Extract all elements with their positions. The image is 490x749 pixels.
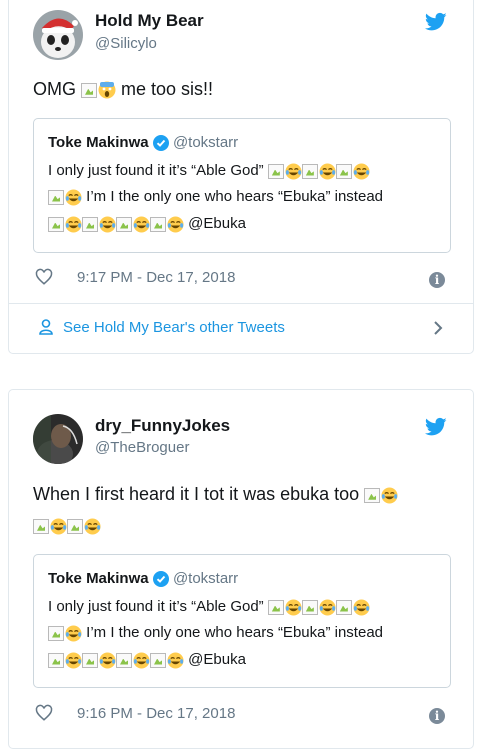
chevron-right-icon[interactable] — [433, 320, 443, 336]
tears-of-joy-emoji-icon — [319, 599, 336, 616]
laugh-emoji-group — [48, 215, 184, 233]
laugh-emoji-group — [48, 188, 82, 206]
tears-of-joy-emoji-icon — [84, 518, 101, 535]
tweet-timestamp[interactable]: 9:16 PM - Dec 17, 2018 — [77, 705, 235, 722]
broken-image-icon — [150, 652, 166, 668]
broken-image-icon — [48, 216, 64, 232]
quoted-mention[interactable]: @Ebuka — [188, 651, 246, 668]
twitter-bird-icon[interactable] — [425, 417, 447, 437]
laugh-emoji-group — [267, 162, 370, 180]
tweet-card[interactable]: dry_FunnyJokes @TheBroguer When I first … — [8, 389, 474, 749]
quoted-tweet[interactable]: Toke Makinwa @tokstarr I only just found… — [33, 554, 451, 688]
quoted-text-1: I only just found it it’s “Able God” — [48, 162, 264, 179]
broken-image-icon — [335, 599, 352, 615]
see-other-tweets-link[interactable]: See Hold My Bear's other Tweets — [63, 319, 285, 336]
person-icon — [39, 319, 53, 335]
tears-of-joy-emoji-icon — [167, 216, 184, 233]
laugh-emoji-group — [267, 598, 370, 616]
tears-of-joy-emoji-icon — [50, 518, 67, 535]
quoted-handle: @tokstarr — [172, 134, 239, 151]
info-icon[interactable]: i — [429, 708, 445, 724]
quoted-name: Toke Makinwa — [48, 570, 149, 587]
broken-image-icon — [82, 216, 98, 232]
tears-of-joy-emoji-icon — [381, 487, 398, 504]
broken-image-icon — [48, 625, 64, 641]
broken-image-icon — [116, 652, 132, 668]
tears-of-joy-emoji-icon — [99, 652, 116, 669]
tears-of-joy-emoji-icon — [353, 163, 370, 180]
divider — [9, 303, 473, 304]
tweet-text-line-2 — [33, 514, 101, 536]
broken-image-icon — [267, 163, 284, 179]
tweet-text: When I first heard it I tot it was ebuka… — [33, 483, 398, 505]
tears-of-joy-emoji-icon — [285, 599, 302, 616]
tears-of-joy-emoji-icon — [285, 163, 302, 180]
tweet-text: OMG me too sis!! — [33, 78, 213, 100]
broken-image-icon — [335, 163, 352, 179]
broken-image-icon — [116, 216, 132, 232]
user-photo-avatar-icon — [33, 414, 83, 464]
tears-of-joy-emoji-icon — [133, 652, 150, 669]
quoted-name: Toke Makinwa — [48, 134, 149, 151]
tears-of-joy-emoji-icon — [65, 652, 82, 669]
screaming-face-emoji-icon — [98, 81, 116, 99]
broken-image-icon — [82, 652, 98, 668]
quoted-text-line-2: I’m I the only one who hears “Ebuka” ins… — [48, 187, 383, 207]
quoted-text-line-3: @Ebuka — [48, 650, 246, 670]
avatar[interactable] — [33, 10, 83, 60]
broken-image-icon — [150, 216, 166, 232]
broken-image-icon — [48, 189, 64, 205]
tears-of-joy-emoji-icon — [65, 189, 82, 206]
quoted-text-1: I only just found it it’s “Able God” — [48, 598, 264, 615]
quoted-mention[interactable]: @Ebuka — [188, 215, 246, 232]
quoted-text-line-2: I’m I the only one who hears “Ebuka” ins… — [48, 623, 383, 643]
tears-of-joy-emoji-icon — [319, 163, 336, 180]
verified-badge-icon — [152, 135, 169, 152]
tears-of-joy-emoji-icon — [133, 216, 150, 233]
tweet-text-part-b: me too sis!! — [121, 79, 214, 99]
quoted-text-2: I’m I the only one who hears “Ebuka” ins… — [86, 624, 384, 641]
laugh-emoji-group — [48, 651, 184, 669]
info-icon[interactable]: i — [429, 272, 445, 288]
tweet-text-body: When I first heard it I tot it was ebuka… — [33, 484, 360, 504]
avatar[interactable] — [33, 414, 83, 464]
tweet-card[interactable]: Hold My Bear @Silicylo OMG me too sis!! … — [8, 0, 474, 354]
broken-image-icon — [81, 82, 98, 98]
quoted-author[interactable]: Toke Makinwa @tokstarr — [48, 569, 238, 589]
broken-image-icon — [267, 599, 284, 615]
laugh-emoji-group — [33, 515, 101, 535]
heart-icon[interactable] — [35, 268, 53, 286]
quoted-text-line-1: I only just found it it’s “Able God” — [48, 597, 370, 617]
tears-of-joy-emoji-icon — [167, 652, 184, 669]
broken-image-icon — [67, 518, 83, 534]
tweet-text-part-a: OMG — [33, 79, 76, 99]
user-handle[interactable]: @TheBroguer — [95, 439, 189, 456]
tears-of-joy-emoji-icon — [65, 216, 82, 233]
display-name[interactable]: dry_FunnyJokes — [95, 416, 230, 436]
quoted-text-line-3: @Ebuka — [48, 214, 246, 234]
laugh-emoji-group — [364, 484, 398, 504]
broken-image-icon — [301, 163, 318, 179]
quoted-tweet[interactable]: Toke Makinwa @tokstarr I only just found… — [33, 118, 451, 253]
tweet-timestamp[interactable]: 9:17 PM - Dec 17, 2018 — [77, 269, 235, 286]
quoted-text-2: I’m I the only one who hears “Ebuka” ins… — [86, 188, 384, 205]
quoted-handle: @tokstarr — [172, 570, 239, 587]
twitter-bird-icon[interactable] — [425, 12, 447, 32]
verified-badge-icon — [152, 571, 169, 588]
heart-icon[interactable] — [35, 704, 53, 722]
tears-of-joy-emoji-icon — [65, 625, 82, 642]
panda-santa-avatar-icon — [33, 10, 83, 60]
display-name[interactable]: Hold My Bear — [95, 11, 204, 31]
tears-of-joy-emoji-icon — [99, 216, 116, 233]
user-handle[interactable]: @Silicylo — [95, 35, 157, 52]
broken-image-icon — [364, 487, 381, 503]
broken-image-icon — [33, 518, 49, 534]
quoted-text-line-1: I only just found it it’s “Able God” — [48, 161, 370, 181]
broken-image-icon — [48, 652, 64, 668]
broken-image-icon — [301, 599, 318, 615]
quoted-author[interactable]: Toke Makinwa @tokstarr — [48, 133, 238, 153]
laugh-emoji-group — [48, 624, 82, 642]
tears-of-joy-emoji-icon — [353, 599, 370, 616]
